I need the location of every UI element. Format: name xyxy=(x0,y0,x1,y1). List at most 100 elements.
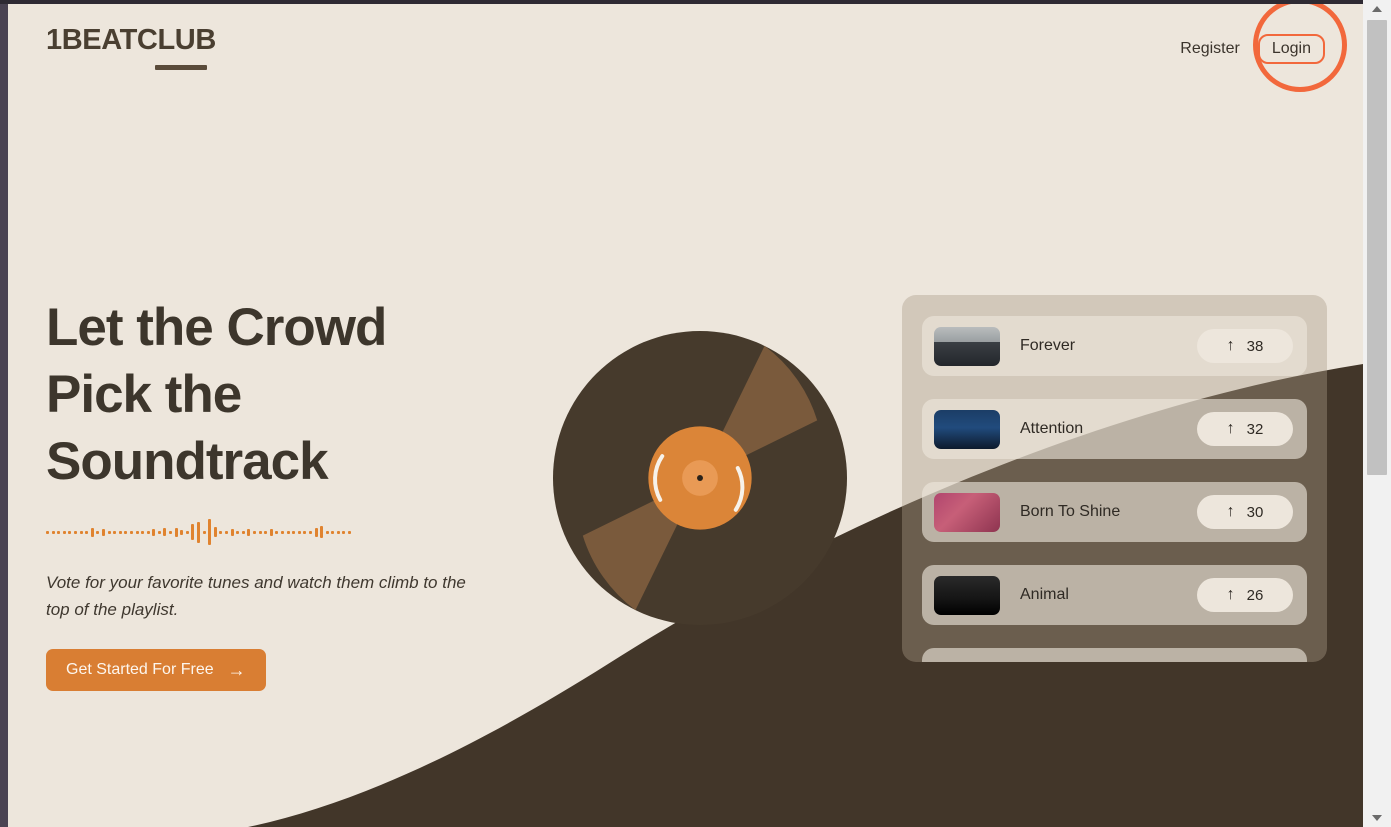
waveform-bar xyxy=(46,530,49,534)
waveform-bar xyxy=(236,530,240,534)
waveform-bar xyxy=(325,530,329,534)
get-started-label: Get Started For Free xyxy=(66,661,214,678)
waveform-bar xyxy=(308,530,312,534)
waveform-bar xyxy=(286,530,290,534)
arrow-up-icon: ↑ xyxy=(1226,337,1235,354)
vote-button[interactable]: ↑ 30 xyxy=(1197,495,1293,529)
track-title: Born To Shine xyxy=(1020,503,1121,520)
scroll-down-button[interactable] xyxy=(1363,809,1391,827)
track-thumbnail xyxy=(934,409,1000,449)
get-started-button[interactable]: Get Started For Free → xyxy=(46,649,266,691)
waveform-bar xyxy=(146,530,150,534)
waveform-bar xyxy=(163,528,167,536)
playlist-card[interactable]: Born To Shine ↑ 30 xyxy=(922,482,1307,542)
playlist-card[interactable]: Forever ↑ 38 xyxy=(922,316,1307,376)
waveform-bar xyxy=(157,530,161,534)
waveform-bar xyxy=(113,530,117,534)
vote-count: 30 xyxy=(1246,503,1264,521)
waveform-bar xyxy=(90,527,94,537)
chevron-down-icon xyxy=(1372,815,1382,821)
waveform-bar xyxy=(124,530,128,534)
heading-line-3: Soundtrack xyxy=(46,432,329,491)
playlist-panel: Forever ↑ 38 Attention ↑ 32 Born To Shine ↑ 30 An… xyxy=(902,295,1327,662)
browser-viewport: 1BEATCLUB Register Login Let the Crowd P… xyxy=(0,0,1391,827)
login-button[interactable]: Login xyxy=(1257,34,1325,64)
scroll-up-button[interactable] xyxy=(1363,0,1391,18)
waveform-bar xyxy=(241,530,245,534)
vote-count: 38 xyxy=(1246,337,1264,355)
waveform-bar xyxy=(197,521,201,543)
waveform-bar xyxy=(303,530,307,534)
heading-line-1: Let the Crowd xyxy=(46,298,387,357)
waveform-bar xyxy=(174,527,178,537)
browser-left-edge xyxy=(0,0,8,827)
waveform-bar xyxy=(247,528,251,536)
track-thumbnail xyxy=(934,492,1000,532)
waveform-bar xyxy=(297,530,301,534)
waveform-bar xyxy=(252,530,256,534)
track-thumbnail xyxy=(934,575,1000,615)
waveform-bar xyxy=(73,530,77,534)
waveform-bar xyxy=(62,530,66,534)
waveform-bar xyxy=(314,527,318,537)
waveform-bar xyxy=(96,530,100,534)
waveform-bar xyxy=(129,530,133,534)
waveform-bar xyxy=(152,528,156,536)
arrow-up-icon: ↑ xyxy=(1226,503,1235,520)
waveform-bar xyxy=(348,530,352,534)
arrow-up-icon: ↑ xyxy=(1226,420,1235,437)
waveform-bar xyxy=(191,524,195,540)
waveform-bar xyxy=(85,530,89,534)
vote-count: 32 xyxy=(1246,420,1264,438)
playlist-card-partial[interactable] xyxy=(922,648,1307,662)
waveform-bar xyxy=(101,528,105,536)
playlist-card-list: Forever ↑ 38 Attention ↑ 32 Born To Shine ↑ 30 An… xyxy=(922,316,1307,662)
playlist-card[interactable]: Attention ↑ 32 xyxy=(922,399,1307,459)
arrow-up-icon: ↑ xyxy=(1226,586,1235,603)
waveform-bar xyxy=(185,530,189,534)
hero-section: Let the Crowd Pick the Soundtrack Vote f… xyxy=(46,294,526,691)
vote-button[interactable]: ↑ 32 xyxy=(1197,412,1293,446)
waveform-bar xyxy=(331,530,335,534)
waveform-bar xyxy=(258,530,262,534)
track-thumbnail xyxy=(934,326,1000,366)
waveform-bar xyxy=(208,519,212,545)
waveform-bar xyxy=(292,530,296,534)
waveform-bar xyxy=(225,530,228,534)
track-title: Forever xyxy=(1020,337,1076,354)
waveform-bar xyxy=(118,530,122,534)
vinyl-record-illustration xyxy=(552,330,848,626)
vertical-scrollbar[interactable] xyxy=(1363,0,1391,827)
track-title: Attention xyxy=(1020,420,1084,437)
waveform-bar xyxy=(202,530,206,534)
browser-top-edge xyxy=(0,0,1391,4)
waveform-bar xyxy=(169,530,173,534)
brand-logo-text: 1BEATCLUB xyxy=(46,24,216,56)
waveform-bar xyxy=(219,530,223,534)
vote-button[interactable]: ↑ 38 xyxy=(1197,329,1293,363)
waveform-bar xyxy=(135,530,139,534)
waveform-decoration xyxy=(46,517,366,547)
waveform-bar xyxy=(264,530,268,534)
chevron-up-icon xyxy=(1372,6,1382,12)
scrollbar-thumb[interactable] xyxy=(1367,20,1387,475)
waveform-bar xyxy=(336,530,340,534)
waveform-bar xyxy=(269,528,273,536)
playlist-card[interactable]: Animal ↑ 26 xyxy=(922,565,1307,625)
brand-logo[interactable]: 1BEATCLUB xyxy=(46,24,216,70)
page-canvas: 1BEATCLUB Register Login Let the Crowd P… xyxy=(8,4,1363,827)
brand-logo-underline xyxy=(155,65,207,70)
vote-button[interactable]: ↑ 26 xyxy=(1197,578,1293,612)
waveform-bar xyxy=(180,529,184,535)
register-link[interactable]: Register xyxy=(1180,40,1240,58)
waveform-bar xyxy=(320,526,324,538)
waveform-bar xyxy=(51,530,55,534)
waveform-bar xyxy=(342,530,346,534)
waveform-bar xyxy=(280,530,284,534)
vote-count: 26 xyxy=(1246,586,1264,604)
hero-subtitle: Vote for your favorite tunes and watch t… xyxy=(46,573,466,619)
waveform-bar xyxy=(213,527,217,537)
waveform-bar xyxy=(230,528,234,536)
heading-line-2: Pick the xyxy=(46,365,242,424)
arrow-right-icon: → xyxy=(227,660,246,680)
